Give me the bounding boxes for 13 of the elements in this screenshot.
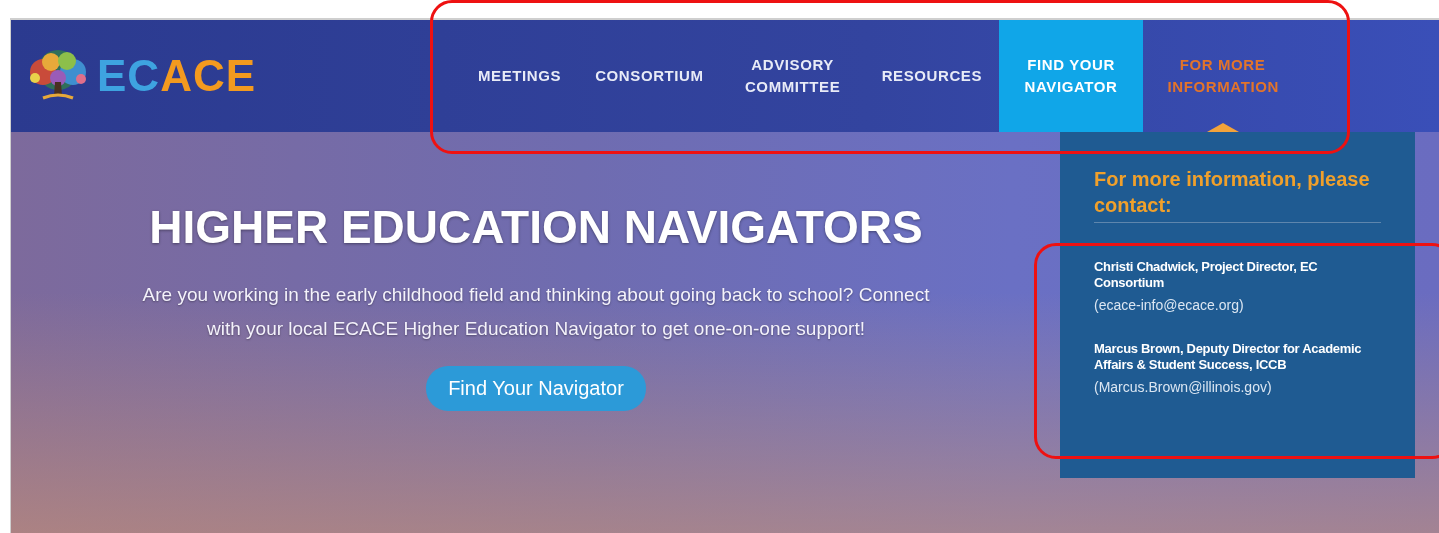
contact-email[interactable]: (Marcus.Brown@illinois.gov) <box>1094 379 1381 395</box>
nav-link[interactable]: RESOURCES <box>864 20 1000 132</box>
dropdown-heading: For more information, please contact: <box>1094 166 1381 223</box>
nav-link[interactable]: ADVISORY COMMITTEE <box>720 20 865 132</box>
contact-name: Christi Chadwick, Project Director, EC Consortium <box>1094 259 1319 291</box>
contact-name: Marcus Brown, Deputy Director for Academic Affairs & Student Success, ICCB <box>1094 341 1363 373</box>
nav-link[interactable]: MEETINGS <box>461 20 579 132</box>
nav-link[interactable]: CONSORTIUM <box>578 20 721 132</box>
find-navigator-button[interactable]: Find Your Navigator <box>426 366 646 411</box>
contact-email[interactable]: (ecace-info@ecace.org) <box>1094 297 1381 313</box>
logo-wordmark[interactable]: ECACE <box>97 51 257 101</box>
hero-title: HIGHER EDUCATION NAVIGATORS <box>149 200 923 254</box>
hero-description: Are you working in the early childhood field and thinking about going back to school? Connect with your local ECACE Higher Education Navigator to get one-on-one support! <box>141 283 931 341</box>
